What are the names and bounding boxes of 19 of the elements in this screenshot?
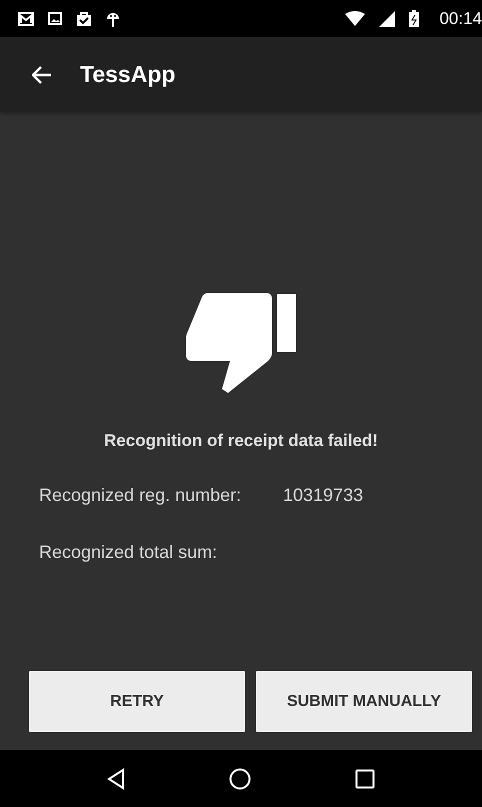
field-label: Recognized reg. number: [39, 485, 242, 506]
field-value: 10319733 [283, 485, 364, 506]
recents-icon[interactable] [355, 768, 375, 788]
field-label: Recognized total sum: [39, 542, 218, 563]
app-title: TessApp [80, 61, 176, 88]
home-icon[interactable] [229, 768, 251, 790]
clock-time: 00:14 [439, 8, 482, 28]
wifi-icon [345, 11, 366, 26]
back-icon[interactable] [107, 768, 125, 790]
signal-icon [379, 10, 396, 26]
shopping-bag-icon [76, 10, 92, 26]
error-message: Recognition of receipt data failed! [103, 431, 379, 451]
mail-icon [18, 12, 34, 26]
thumbs-down-icon [186, 293, 296, 393]
image-icon [48, 12, 62, 25]
back-arrow-icon[interactable] [32, 66, 52, 84]
battery-icon [409, 10, 420, 27]
retry-button[interactable]: RETRY [29, 671, 245, 732]
submit-button[interactable]: SUBMIT MANUALLY [256, 671, 472, 732]
